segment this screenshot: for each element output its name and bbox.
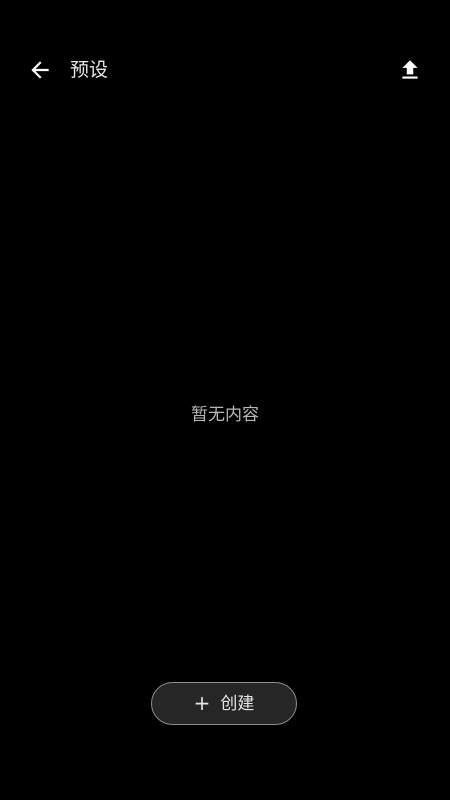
plus-icon: + [193, 690, 211, 715]
create-button-label: 创建 [220, 693, 255, 714]
arrow-left-icon [31, 61, 49, 79]
empty-state-text: 暂无内容 [191, 405, 259, 425]
app-bar: 预设 [0, 0, 450, 140]
create-button[interactable]: + 创建 [151, 682, 297, 725]
upload-button[interactable] [390, 50, 430, 90]
back-button[interactable] [20, 50, 60, 90]
page-title: 预设 [70, 59, 109, 81]
upload-icon [402, 60, 418, 79]
